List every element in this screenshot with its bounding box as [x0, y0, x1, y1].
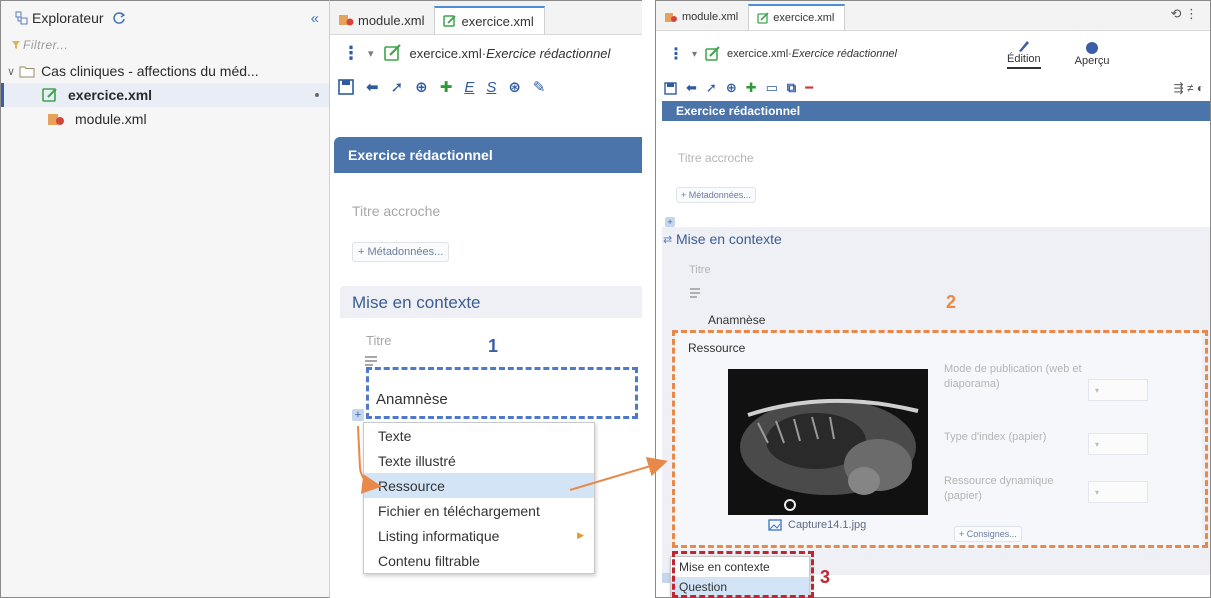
- annotation-arrows: [357, 425, 668, 494]
